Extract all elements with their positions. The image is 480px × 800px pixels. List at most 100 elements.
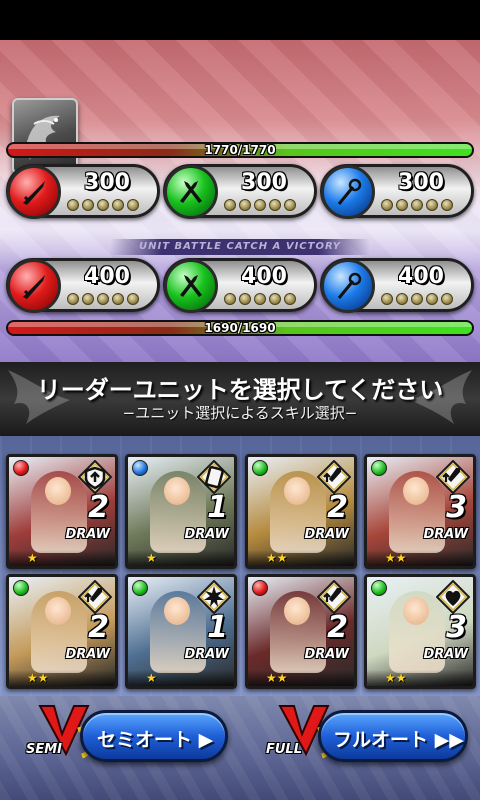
card-draw-label: DRAW: [184, 527, 230, 542]
sword-up-icon: [436, 460, 470, 494]
card-stars: ★: [146, 551, 157, 565]
enemy-stat-blue-dots: [381, 199, 453, 211]
enemy-stat-green: 300: [163, 164, 317, 219]
unit-card[interactable]: 2 DRAW ★★: [245, 454, 357, 569]
title-band: リーダーユニットを選択してください −ユニット選択によるスキル選択−: [0, 362, 480, 436]
player-hp-text: 1690/1690: [204, 321, 276, 335]
card-stars: ★★: [266, 671, 288, 685]
card-draw-label: DRAW: [423, 647, 469, 662]
player-stat-green-value: 400: [241, 264, 287, 289]
card-frame-bottom: [248, 550, 354, 566]
card-stars: ★★: [266, 551, 288, 565]
element-gem-icon: [252, 580, 268, 596]
burst-icon: [197, 580, 231, 614]
element-gem-icon: [13, 580, 29, 596]
card-face: [45, 477, 71, 505]
enemy-stat-red-dots: [67, 199, 139, 211]
card-face: [284, 597, 310, 625]
player-stat-blue-value: 400: [398, 264, 444, 289]
player-blue-orb: [321, 259, 375, 313]
enemy-stat-row: 300 300 300: [0, 164, 480, 224]
semi-auto-button[interactable]: セミオート ▶: [80, 710, 228, 762]
full-tag: FULL: [266, 742, 303, 757]
page-title: リーダーユニットを選択してください: [36, 376, 444, 404]
card-count: 3: [446, 610, 467, 645]
card-draw-label: DRAW: [423, 527, 469, 542]
card-count: 2: [327, 610, 348, 645]
enemy-red-orb: [7, 165, 61, 219]
full-auto-button[interactable]: フルオート ▶▶: [318, 710, 468, 762]
card-stars: ★★: [27, 671, 49, 685]
card-stars: ★★: [385, 551, 407, 565]
card-frame-bottom: [367, 670, 473, 686]
unit-card[interactable]: 3 DRAW ★★: [364, 454, 476, 569]
card-frame-bottom: [9, 670, 115, 686]
bottom-bar: SEMI セミオート ▶ FULL フルオート ▶▶: [0, 696, 480, 800]
card-icon: [197, 460, 231, 494]
unit-card[interactable]: 2 DRAW ★★: [245, 574, 357, 689]
shield-up-icon: [78, 460, 112, 494]
card-face: [403, 597, 429, 625]
card-count: 1: [207, 490, 228, 525]
sword-up-icon: [78, 580, 112, 614]
card-face: [403, 477, 429, 505]
page-subtitle: −ユニット選択によるスキル選択−: [122, 404, 358, 422]
unit-card[interactable]: 2 DRAW ★★: [6, 574, 118, 689]
status-bar: [0, 0, 480, 40]
sword-up-icon: [317, 580, 351, 614]
twin-blades-icon: [180, 275, 202, 297]
enemy-stat-red: 300: [6, 164, 160, 219]
player-green-orb: [164, 259, 218, 313]
player-stat-red: 400: [6, 258, 160, 313]
sword-up-icon: [317, 460, 351, 494]
player-stat-red-value: 400: [84, 264, 130, 289]
unit-card[interactable]: 2 DRAW ★: [6, 454, 118, 569]
element-gem-icon: [132, 580, 148, 596]
card-count: 3: [446, 490, 467, 525]
player-hp-bar: 1690/1690: [6, 320, 474, 336]
element-gem-icon: [371, 580, 387, 596]
enemy-stat-blue: 300: [320, 164, 474, 219]
card-frame-bottom: [9, 550, 115, 566]
card-count: 2: [327, 490, 348, 525]
enemy-emblem: [12, 98, 78, 174]
element-gem-icon: [371, 460, 387, 476]
enemy-stat-blue-value: 300: [398, 170, 444, 195]
card-draw-label: DRAW: [304, 647, 350, 662]
unit-card[interactable]: 1 DRAW ★: [125, 454, 237, 569]
card-face: [45, 597, 71, 625]
card-face: [164, 597, 190, 625]
staff-icon: [337, 272, 362, 299]
card-stars: ★: [27, 551, 38, 565]
sword-icon: [23, 275, 45, 299]
enemy-green-orb: [164, 165, 218, 219]
staff-icon: [337, 178, 362, 205]
card-stars: ★: [146, 671, 157, 685]
card-face: [164, 477, 190, 505]
unit-card[interactable]: 1 DRAW ★: [125, 574, 237, 689]
player-stat-green-dots: [224, 293, 296, 305]
card-frame-bottom: [128, 550, 234, 566]
unit-card[interactable]: 3 DRAW ★★: [364, 574, 476, 689]
heart-icon: [436, 580, 470, 614]
enemy-hp-bar: 1770/1770: [6, 142, 474, 158]
player-stat-row: 400 400 400: [0, 258, 480, 318]
player-stat-red-dots: [67, 293, 139, 305]
card-draw-label: DRAW: [304, 527, 350, 542]
card-stars: ★★: [385, 671, 407, 685]
battle-banner: UNIT BATTLE CATCH A VICTORY: [110, 239, 370, 255]
player-red-orb: [7, 259, 61, 313]
card-count: 1: [207, 610, 228, 645]
twin-blades-icon: [180, 181, 202, 203]
enemy-stat-green-value: 300: [241, 170, 287, 195]
semi-tag: SEMI: [26, 742, 63, 757]
player-stat-blue-dots: [381, 293, 453, 305]
card-face: [284, 477, 310, 505]
semi-auto-label: セミオート ▶: [97, 729, 214, 751]
enemy-stat-red-value: 300: [84, 170, 130, 195]
card-frame-bottom: [367, 550, 473, 566]
enemy-blue-orb: [321, 165, 375, 219]
element-gem-icon: [252, 460, 268, 476]
element-gem-icon: [13, 460, 29, 476]
card-draw-label: DRAW: [65, 647, 111, 662]
